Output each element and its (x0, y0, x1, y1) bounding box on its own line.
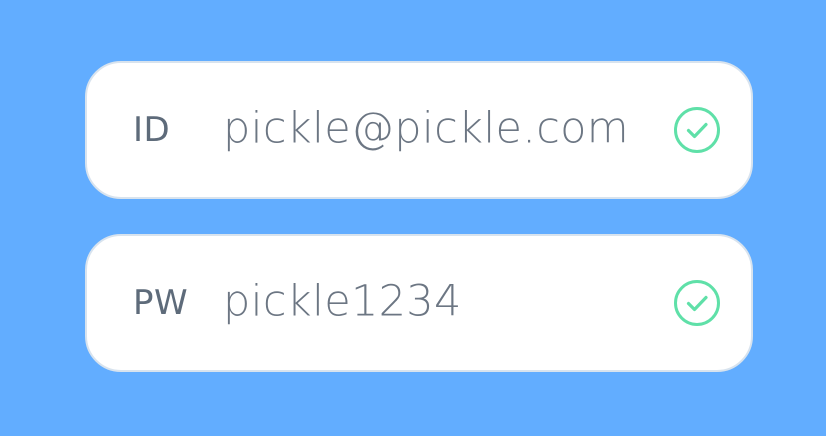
pw-field[interactable]: PW pickle1234 (85, 234, 753, 372)
check-circle-icon (673, 279, 721, 327)
id-label: ID (133, 110, 171, 150)
id-input-value[interactable]: pickle@pickle.com (223, 107, 629, 151)
id-field[interactable]: ID pickle@pickle.com (85, 61, 753, 199)
pw-input-value[interactable]: pickle1234 (223, 280, 462, 324)
pw-label: PW (133, 283, 189, 323)
check-circle-icon (673, 106, 721, 154)
